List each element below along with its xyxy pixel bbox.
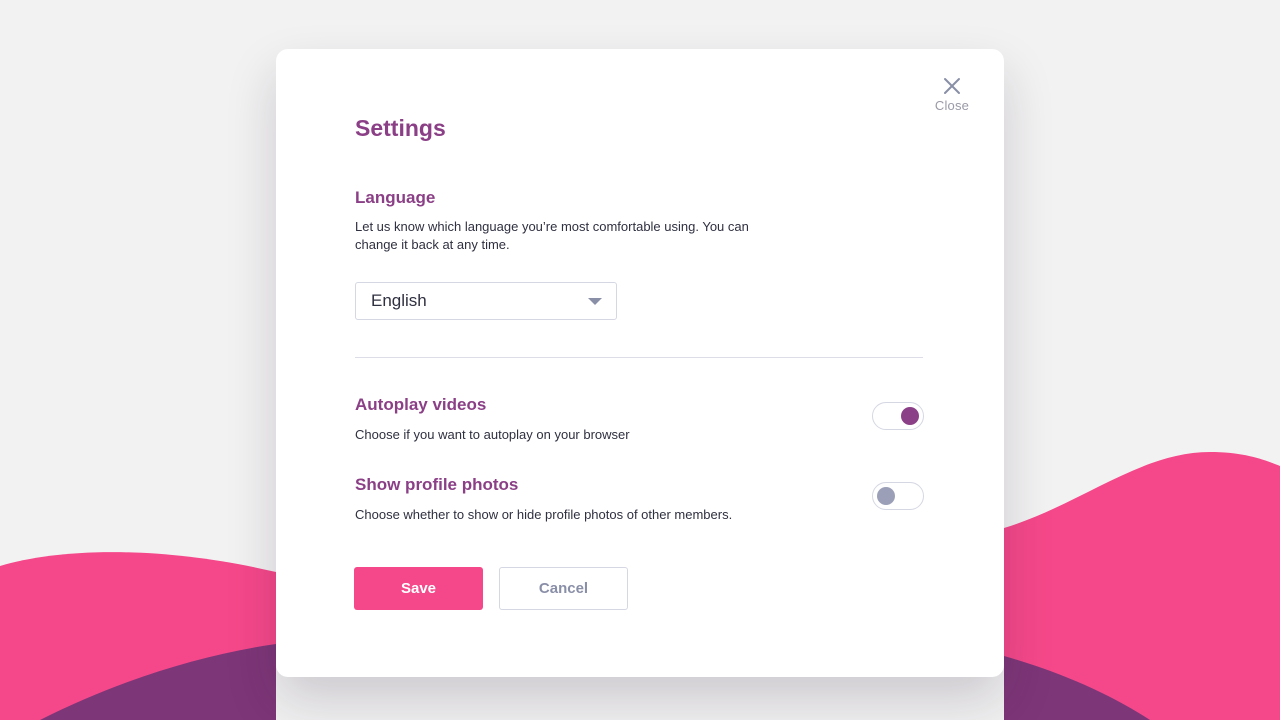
close-button[interactable]: Close (932, 77, 972, 113)
page-title: Settings (355, 115, 446, 141)
caret-down-icon (588, 297, 602, 305)
language-select[interactable]: English (355, 282, 617, 320)
autoplay-description: Choose if you want to autoplay on your b… (355, 427, 630, 442)
section-divider (355, 357, 923, 358)
close-label: Close (934, 98, 970, 113)
toggle-knob (877, 487, 895, 505)
cancel-button[interactable]: Cancel (499, 567, 628, 610)
profile-photos-toggle[interactable] (872, 482, 924, 510)
profile-photos-heading: Show profile photos (355, 475, 519, 494)
language-description: Let us know which language you’re most c… (355, 219, 749, 252)
autoplay-heading: Autoplay videos (355, 395, 487, 414)
language-select-value: English (371, 291, 427, 310)
language-heading: Language (355, 188, 436, 207)
settings-modal: Close Settings Language Let us know whic… (276, 49, 1004, 677)
autoplay-toggle[interactable] (872, 402, 924, 430)
toggle-knob (901, 407, 919, 425)
close-icon (944, 78, 960, 94)
save-button[interactable]: Save (354, 567, 483, 610)
profile-photos-description: Choose whether to show or hide profile p… (355, 507, 733, 522)
page: Close Settings Language Let us know whic… (0, 0, 1280, 720)
